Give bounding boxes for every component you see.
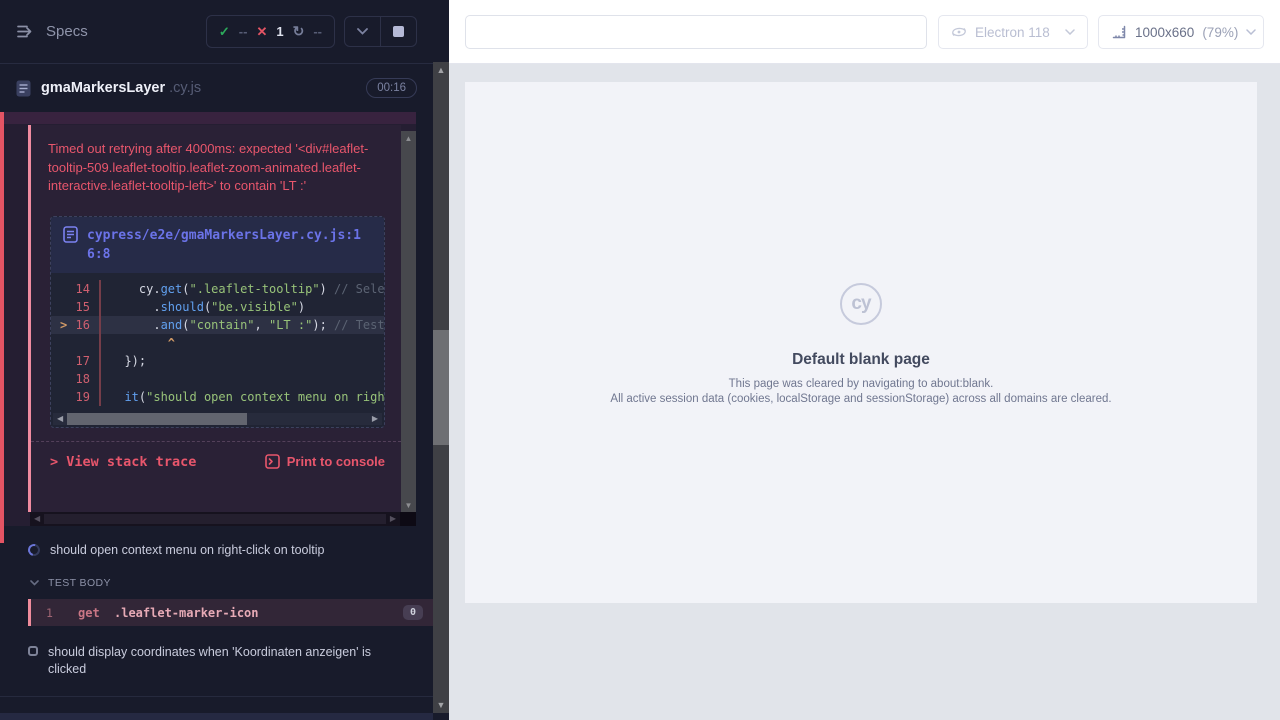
specs-label: Specs (46, 23, 88, 40)
browser-select[interactable]: Electron 118 (938, 15, 1088, 49)
url-input[interactable] (465, 15, 927, 49)
error-panel: Timed out retrying after 4000ms: expecte… (28, 125, 401, 512)
blank-page-content: cy Default blank page This page was clea… (465, 82, 1257, 405)
stop-button[interactable] (380, 17, 416, 46)
code-line: 15 .should("be.visible") (51, 298, 384, 316)
chevron-down-icon (1246, 29, 1256, 35)
attempt-horizontal-scrollbar[interactable]: ◀ ▶ (30, 512, 400, 526)
test-running-spinner-icon (26, 542, 42, 558)
test-pending-icon (28, 646, 38, 656)
failed-count: 1 (276, 24, 283, 39)
code-line: ^ (51, 334, 384, 352)
blank-page-title: Default blank page (465, 351, 1257, 369)
aut-stage: cy Default blank page This page was clea… (449, 64, 1280, 720)
chevron-down-icon (30, 580, 39, 586)
ruler-icon (1111, 24, 1127, 40)
reporter-panel: Specs ✓ -- ✕ 1 ↻ -- gmaMarkersLayer .cy (0, 0, 449, 720)
spec-extension: .cy.js (169, 80, 201, 96)
code-frame: cypress/e2e/gmaMarkersLayer.cy.js:16:8 1… (50, 216, 385, 428)
chevron-down-icon (357, 28, 368, 35)
scroll-right-icon: ▶ (390, 513, 396, 525)
scroll-down-icon: ▼ (433, 700, 449, 710)
chevron-right-icon: > (50, 454, 58, 470)
cypress-logo-text: cy (851, 293, 870, 315)
passed-count: -- (239, 24, 248, 39)
error-message: Timed out retrying after 4000ms: expecte… (31, 125, 401, 206)
command-selector: .leaflet-marker-icon (114, 606, 259, 620)
failed-icon: ✕ (256, 24, 267, 40)
error-vertical-scrollbar[interactable]: ▲ ▼ (401, 131, 416, 513)
aut-iframe: cy Default blank page This page was clea… (465, 82, 1257, 603)
browser-header: Electron 118 1000x660 (79%) (449, 0, 1280, 64)
spec-name: gmaMarkersLayer (41, 80, 165, 96)
attempt-top-edge (4, 112, 416, 124)
error-actions: > View stack trace Print to console (31, 442, 401, 484)
viewport-select[interactable]: 1000x660 (79%) (1098, 15, 1264, 49)
test-item-running[interactable]: should open context menu on right-click … (0, 528, 433, 565)
code-line: 18 (51, 370, 384, 388)
passed-icon: ✓ (219, 24, 230, 40)
spec-file-icon (16, 80, 31, 97)
reporter-header: Specs ✓ -- ✕ 1 ↻ -- (0, 0, 433, 64)
test-stats: ✓ -- ✕ 1 ↻ -- (206, 15, 335, 48)
blank-page-line1: This page was cleared by navigating to a… (465, 378, 1257, 390)
error-line-marker-icon: > (60, 316, 67, 334)
specs-menu-icon (16, 24, 36, 39)
scrollbar-corner (400, 512, 416, 526)
running-icon: ↻ (293, 23, 305, 40)
code-file-path: cypress/e2e/gmaMarkersLayer.cy.js:16:8 (87, 226, 372, 264)
spec-file-row[interactable]: gmaMarkersLayer .cy.js 00:16 (0, 64, 433, 112)
test-title: should display coordinates when 'Koordin… (48, 644, 378, 678)
viewport-scale: (79%) (1202, 25, 1238, 40)
command-count-badge: 0 (403, 605, 423, 620)
spec-duration-badge: 00:16 (366, 78, 417, 98)
scroll-up-icon: ▲ (401, 134, 416, 143)
test-body-section-header[interactable]: TEST BODY (0, 565, 433, 599)
blank-page-line2: All active session data (cookies, localS… (465, 393, 1257, 405)
scroll-left-icon: ◀ (57, 413, 63, 425)
scroll-up-icon: ▲ (433, 65, 449, 75)
command-method: get (78, 606, 114, 620)
print-to-console-button[interactable]: Print to console (265, 454, 385, 469)
test-item-pending[interactable]: should display coordinates when 'Koordin… (0, 626, 433, 684)
code-line: 19 it("should open context menu on righ (51, 388, 384, 406)
specs-toggle-button[interactable]: Specs (16, 23, 88, 40)
stop-icon (393, 26, 404, 37)
code-frame-body: 14 cy.get(".leaflet-tooltip") // Selec15… (51, 273, 384, 410)
test-body-label: TEST BODY (48, 577, 111, 589)
reporter-horizontal-scrollbar[interactable] (0, 713, 433, 720)
code-line: >16 .and("contain", "LT :"); // Test (51, 316, 384, 334)
reporter-scrollbar-thumb[interactable] (433, 330, 449, 445)
code-frame-header[interactable]: cypress/e2e/gmaMarkersLayer.cy.js:16:8 (51, 217, 384, 273)
code-line: 14 cy.get(".leaflet-tooltip") // Selec (51, 280, 384, 298)
viewport-size: 1000x660 (1135, 25, 1194, 40)
cypress-logo-icon: cy (840, 283, 882, 325)
test-title: should open context menu on right-click … (50, 542, 324, 559)
print-to-console-label: Print to console (287, 454, 385, 469)
view-stack-trace-label: View stack trace (66, 454, 196, 470)
failed-attempt-region: Timed out retrying after 4000ms: expecte… (4, 112, 416, 526)
code-file-icon (63, 226, 78, 243)
scroll-left-icon: ◀ (34, 513, 40, 525)
run-controls (344, 16, 417, 47)
code-line: 17 }); (51, 352, 384, 370)
test-list-divider (0, 696, 433, 697)
chevron-down-icon (1065, 29, 1075, 35)
electron-icon (951, 24, 967, 40)
code-horizontal-scrollbar[interactable]: ◀ ▶ (53, 413, 382, 425)
view-stack-trace-link[interactable]: > View stack trace (50, 454, 196, 470)
attempt-scrollbar-thumb[interactable] (44, 514, 386, 524)
command-number: 1 (46, 606, 78, 620)
console-icon (265, 454, 280, 469)
scroll-down-icon: ▼ (401, 501, 416, 510)
scroll-right-icon: ▶ (372, 413, 378, 425)
collapse-button[interactable] (345, 17, 380, 46)
code-scrollbar-thumb[interactable] (67, 413, 247, 425)
command-log-row[interactable]: 1 get .leaflet-marker-icon 0 (28, 599, 433, 626)
browser-label: Electron 118 (975, 25, 1050, 40)
test-list: should open context menu on right-click … (0, 528, 433, 697)
reporter-vertical-scrollbar[interactable]: ▲ ▼ (433, 62, 449, 713)
pending-count: -- (313, 24, 322, 39)
